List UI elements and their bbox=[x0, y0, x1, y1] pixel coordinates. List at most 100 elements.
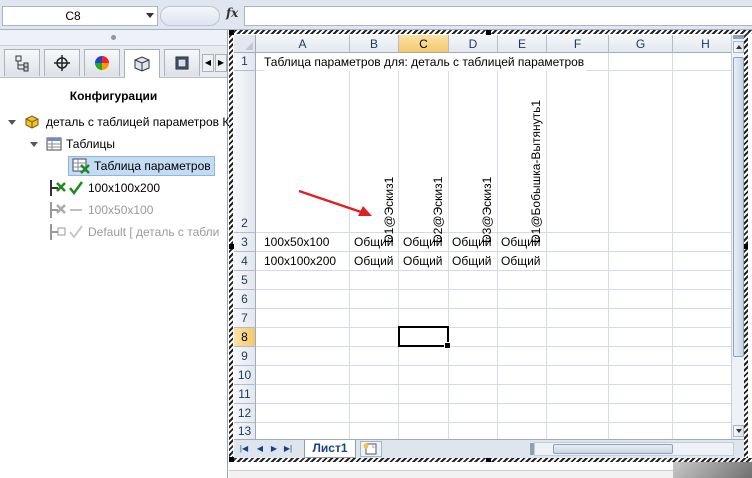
config-table-icon bbox=[50, 180, 66, 196]
name-box-value: C8 bbox=[65, 9, 81, 23]
tab-dimxpert-manager[interactable] bbox=[164, 49, 200, 76]
design-table-icon bbox=[72, 158, 90, 174]
inactive-check-icon bbox=[69, 225, 83, 239]
design-table-selected[interactable]: Таблица параметров bbox=[68, 156, 215, 176]
sheet-tab-bar: |◀ ◀ ▶ ▶| Лист1 bbox=[234, 439, 744, 458]
corner-shade bbox=[673, 462, 752, 478]
crosshair-icon bbox=[54, 55, 70, 71]
cell-grid[interactable]: A B C D E F G H 1 2 3 4 5 6 7 8 9 10 11 … bbox=[234, 35, 739, 439]
split-handle[interactable] bbox=[733, 35, 744, 39]
cell-b4[interactable]: Общий bbox=[354, 252, 394, 270]
cell-a4[interactable]: 100x100x200 bbox=[264, 252, 336, 270]
formula-buttons-area[interactable] bbox=[160, 6, 220, 26]
part-name: деталь с таблицей параметров К bbox=[46, 115, 230, 129]
formula-bar: C8 fx bbox=[0, 0, 752, 30]
gridline bbox=[398, 53, 399, 439]
config-table-icon bbox=[50, 202, 66, 218]
cell-e3[interactable]: Общий bbox=[501, 233, 541, 251]
prev-sheet-button[interactable]: ◀ bbox=[254, 443, 266, 455]
column-header-c[interactable]: C bbox=[399, 35, 449, 53]
tree-design-table[interactable]: Таблица параметров bbox=[68, 156, 215, 176]
tab-display-manager[interactable] bbox=[84, 49, 120, 76]
tables-folder-label: Таблицы bbox=[66, 137, 116, 151]
config-label: 100x50x100 bbox=[88, 203, 154, 217]
select-all-button[interactable] bbox=[234, 35, 256, 53]
cell-d3[interactable]: Общий bbox=[452, 233, 492, 251]
cell-a1[interactable]: Таблица параметров для: деталь с таблице… bbox=[264, 53, 587, 71]
part-icon bbox=[25, 115, 39, 129]
tree-config-default[interactable]: Default [ деталь с табли bbox=[48, 222, 219, 242]
tab-feature-tree[interactable] bbox=[4, 49, 40, 76]
column-header-b[interactable]: B bbox=[350, 35, 399, 53]
panel-splitter[interactable] bbox=[0, 30, 227, 46]
scroll-up-button[interactable] bbox=[733, 41, 744, 53]
dimxpert-icon bbox=[175, 56, 189, 70]
up-arrow-icon bbox=[736, 45, 742, 49]
configuration-icon bbox=[134, 56, 150, 72]
gridline bbox=[256, 365, 739, 366]
gridline bbox=[256, 346, 739, 347]
horizontal-scroll-thumb[interactable] bbox=[553, 444, 673, 454]
cell-c3[interactable]: Общий bbox=[403, 233, 443, 251]
last-sheet-button[interactable]: ▶| bbox=[282, 443, 294, 455]
horizontal-scrollbar[interactable] bbox=[534, 442, 734, 456]
collapse-icon[interactable] bbox=[30, 141, 38, 147]
tree-config-100x50x100[interactable]: 100x50x100 bbox=[48, 200, 153, 220]
name-box[interactable]: C8 bbox=[2, 6, 158, 26]
scroll-thumb[interactable] bbox=[733, 57, 744, 357]
column-header-a[interactable]: A bbox=[256, 35, 350, 53]
new-sheet-icon bbox=[363, 443, 377, 455]
cell-e4[interactable]: Общий bbox=[501, 252, 541, 270]
row-header-10[interactable]: 10 bbox=[234, 366, 256, 385]
formula-input[interactable] bbox=[244, 6, 752, 26]
row-header-3[interactable]: 3 bbox=[234, 233, 256, 252]
bottom-strip bbox=[229, 462, 752, 478]
column-header-e[interactable]: E bbox=[498, 35, 547, 53]
row-header-13[interactable]: 13 bbox=[234, 423, 256, 439]
vertical-scrollbar[interactable] bbox=[731, 35, 744, 439]
tree-tables-folder[interactable]: Таблицы bbox=[30, 134, 115, 154]
tab-configuration-manager[interactable] bbox=[124, 49, 160, 78]
cell-d4[interactable]: Общий bbox=[452, 252, 492, 270]
column-header-g[interactable]: G bbox=[609, 35, 673, 53]
sheet-tab-list1[interactable]: Лист1 bbox=[304, 440, 356, 458]
row-header-9[interactable]: 9 bbox=[234, 347, 256, 366]
row-header-1[interactable]: 1 bbox=[234, 53, 256, 71]
tab-property-manager[interactable] bbox=[44, 49, 80, 76]
row-header-5[interactable]: 5 bbox=[234, 271, 256, 290]
column-header-f[interactable]: F bbox=[547, 35, 609, 53]
row-header-4[interactable]: 4 bbox=[234, 252, 256, 271]
cell-a3[interactable]: 100x50x100 bbox=[264, 233, 329, 251]
active-cell-c8[interactable] bbox=[398, 326, 451, 349]
tree-root-part[interactable]: деталь с таблицей параметров К bbox=[8, 112, 229, 132]
cell-b3[interactable]: Общий bbox=[354, 233, 394, 251]
config-label: Default [ деталь с табли bbox=[88, 225, 220, 239]
tree-config-100x100x200[interactable]: 100x100x200 bbox=[48, 178, 160, 198]
row-header-6[interactable]: 6 bbox=[234, 290, 256, 309]
insert-function-button[interactable]: fx bbox=[226, 6, 238, 20]
cell-c4[interactable]: Общий bbox=[403, 252, 443, 270]
row-header-11[interactable]: 11 bbox=[234, 385, 256, 404]
row-header-2[interactable]: 2 bbox=[234, 71, 256, 233]
column-header-h[interactable]: H bbox=[673, 35, 739, 53]
column-header-d[interactable]: D bbox=[449, 35, 498, 53]
next-sheet-button[interactable]: ▶ bbox=[268, 443, 280, 455]
active-check-icon bbox=[69, 181, 84, 196]
splitter-grip-icon bbox=[111, 35, 116, 40]
gridline bbox=[546, 53, 547, 439]
first-sheet-button[interactable]: |◀ bbox=[238, 443, 250, 455]
collapse-icon[interactable] bbox=[8, 119, 16, 125]
cell-e2[interactable]: D1@Бобышка-Вытянуть1 bbox=[529, 100, 543, 243]
scroll-down-button[interactable] bbox=[733, 425, 744, 437]
tabs-scroll-right-button[interactable]: ▶ bbox=[215, 54, 227, 72]
gridline bbox=[672, 53, 673, 439]
row-header-7[interactable]: 7 bbox=[234, 309, 256, 328]
design-table-sheet: A B C D E F G H 1 2 3 4 5 6 7 8 9 10 11 … bbox=[229, 30, 752, 478]
row-header-8[interactable]: 8 bbox=[234, 328, 256, 347]
row-header-12[interactable]: 12 bbox=[234, 404, 256, 423]
gridline bbox=[349, 53, 350, 439]
panel-title: Конфигурации bbox=[69, 89, 158, 103]
insert-sheet-button[interactable] bbox=[360, 441, 382, 457]
tabs-scroll-left-button[interactable]: ◀ bbox=[202, 54, 214, 72]
name-box-dropdown-icon[interactable] bbox=[146, 13, 154, 18]
